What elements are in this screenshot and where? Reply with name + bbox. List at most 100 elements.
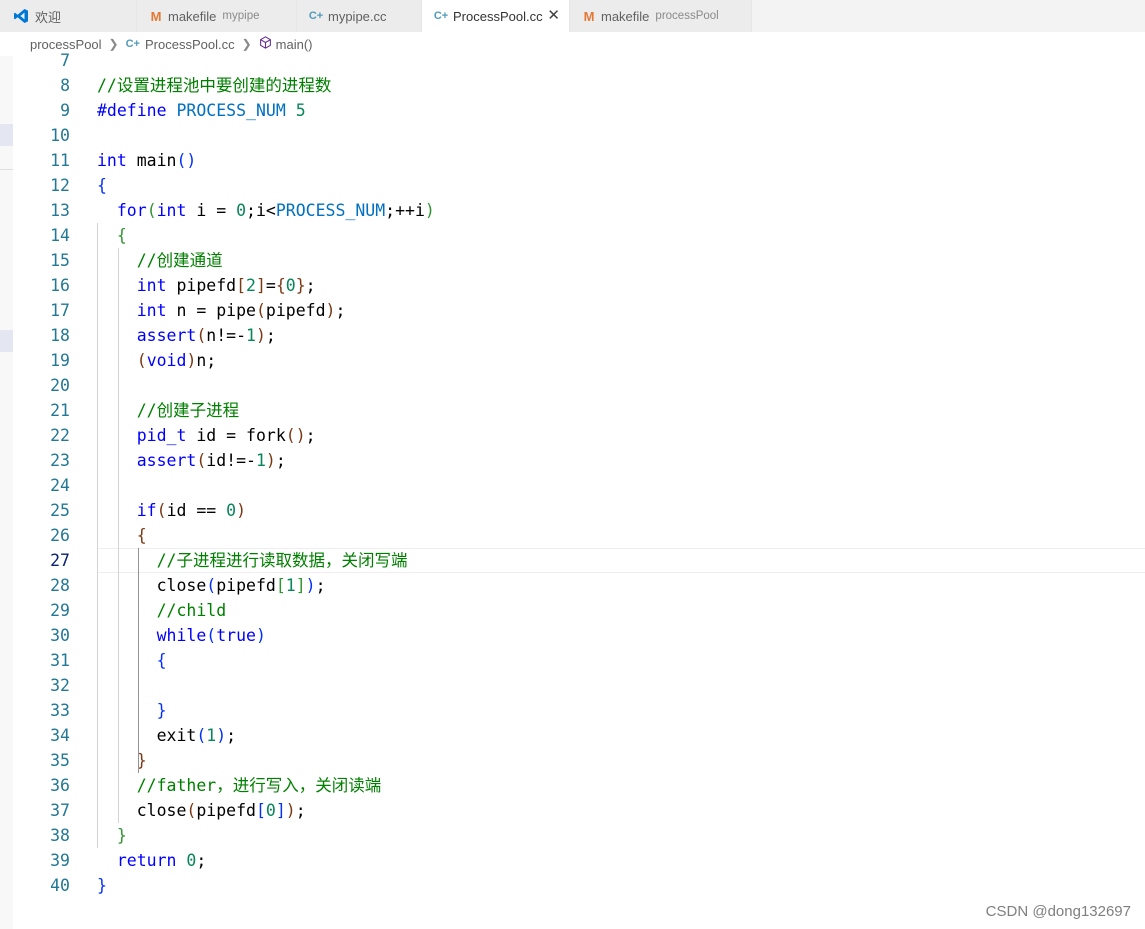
code-token: return (116, 851, 177, 870)
code-line: 39 return 0; (13, 848, 1145, 873)
code-editor[interactable]: 7 8 //设置进程池中要创建的进程数 9 #define PROCESS_NUM 5 1… (13, 48, 1145, 929)
code-line: 33 } (13, 698, 1145, 723)
code-line: 13 for(int i = 0;i<PROCESS_NUM;++i) (13, 198, 1145, 223)
code-text: { (97, 173, 107, 198)
code-line: 12 { (13, 173, 1145, 198)
tab-2[interactable]: C+ mypipe.cc (297, 0, 422, 32)
code-text: } (97, 873, 107, 898)
code-line: 16 int pipefd[2]={0}; (13, 273, 1145, 298)
code-text: } (97, 823, 127, 848)
code-token: 5 (295, 101, 306, 120)
tab-description: processPool (655, 10, 719, 22)
line-number: 29 (50, 601, 70, 620)
code-line: 26 { (13, 523, 1145, 548)
line-number: 28 (50, 576, 70, 595)
line-number: 25 (50, 501, 70, 520)
code-text: { (97, 523, 147, 548)
line-number: 10 (50, 126, 70, 145)
code-token: ( (206, 576, 217, 595)
code-line: 36 //father，进行写入，关闭读端 (13, 773, 1145, 798)
tab-label: ProcessPool.cc (453, 8, 543, 24)
code-token: [ (255, 801, 266, 820)
code-token: { (275, 276, 286, 295)
line-number: 7 (60, 51, 70, 70)
code-text: if(id == 0) (97, 498, 246, 523)
code-token: ; (305, 276, 316, 295)
line-number: 40 (50, 876, 70, 895)
code-token: ( (196, 451, 207, 470)
code-line: 34 exit(1); (13, 723, 1145, 748)
cpp-file-icon: C+ (308, 10, 324, 22)
line-number: 35 (50, 751, 70, 770)
code-line: 11 int main() (13, 148, 1145, 173)
code-text: #define PROCESS_NUM 5 (97, 98, 306, 123)
tab-3[interactable]: C+ ProcessPool.cc ✕ (422, 0, 570, 32)
code-token: () (285, 426, 306, 445)
code-token: #define (97, 101, 167, 120)
code-line: 38 } (13, 823, 1145, 848)
code-token: //child (156, 601, 227, 620)
code-token: [ (275, 576, 286, 595)
line-number: 22 (50, 426, 70, 445)
code-token: ( (146, 201, 157, 220)
code-line: 32 (13, 673, 1145, 698)
code-token: ; (275, 451, 286, 470)
code-token: pipefd (265, 301, 326, 320)
code-token: //创建子进程 (136, 401, 240, 420)
code-line: 9 #define PROCESS_NUM 5 (13, 98, 1145, 123)
vscode-icon (13, 8, 29, 24)
close-icon[interactable]: ✕ (547, 6, 560, 24)
line-number: 15 (50, 251, 70, 270)
code-text: pid_t id = fork(); (97, 423, 316, 448)
code-line: 22 pid_t id = fork(); (13, 423, 1145, 448)
code-line: 8 //设置进程池中要创建的进程数 (13, 73, 1145, 98)
code-token: n!=- (206, 326, 247, 345)
code-text: assert(id!=-1); (97, 448, 286, 473)
code-line: 29 //child (13, 598, 1145, 623)
code-token: int (136, 276, 167, 295)
code-token: ( (136, 351, 147, 370)
code-line: 21 //创建子进程 (13, 398, 1145, 423)
tab-label: 欢迎 (35, 9, 62, 25)
code-token: ( (255, 301, 266, 320)
code-token: } (97, 876, 107, 895)
code-token: assert (136, 451, 197, 470)
sidebar-selection-mark (0, 124, 13, 146)
tab-1[interactable]: Mmakefile mypipe (137, 0, 297, 32)
code-text: } (97, 698, 167, 723)
line-number: 31 (50, 651, 70, 670)
code-line: 37 close(pipefd[0]); (13, 798, 1145, 823)
code-token: id == (166, 501, 227, 520)
code-line: 30 while(true) (13, 623, 1145, 648)
line-number: 20 (50, 376, 70, 395)
code-token: ; (315, 576, 326, 595)
code-token: int (156, 201, 187, 220)
line-number: 19 (50, 351, 70, 370)
line-number: 16 (50, 276, 70, 295)
code-token: close (97, 801, 187, 820)
code-text: (void)n; (97, 348, 217, 373)
code-line: 15 //创建通道 (13, 248, 1145, 273)
indent-guide (118, 248, 119, 823)
code-line: 28 close(pipefd[1]); (13, 573, 1145, 598)
line-number: 18 (50, 326, 70, 345)
code-token: assert (136, 326, 197, 345)
tab-4[interactable]: Mmakefile processPool (570, 0, 752, 32)
code-token: } (156, 701, 167, 720)
tab-0[interactable]: 欢迎 (0, 0, 137, 32)
line-number: 17 (50, 301, 70, 320)
code-token: //设置进程池中要创建的进程数 (97, 76, 332, 95)
code-token: [ (236, 276, 247, 295)
code-token: ] (255, 276, 266, 295)
code-token: true (216, 626, 256, 645)
line-number: 34 (50, 726, 70, 745)
code-token: n = pipe (166, 301, 256, 320)
tab-description: mypipe (222, 10, 260, 22)
code-text: assert(n!=-1); (97, 323, 276, 348)
